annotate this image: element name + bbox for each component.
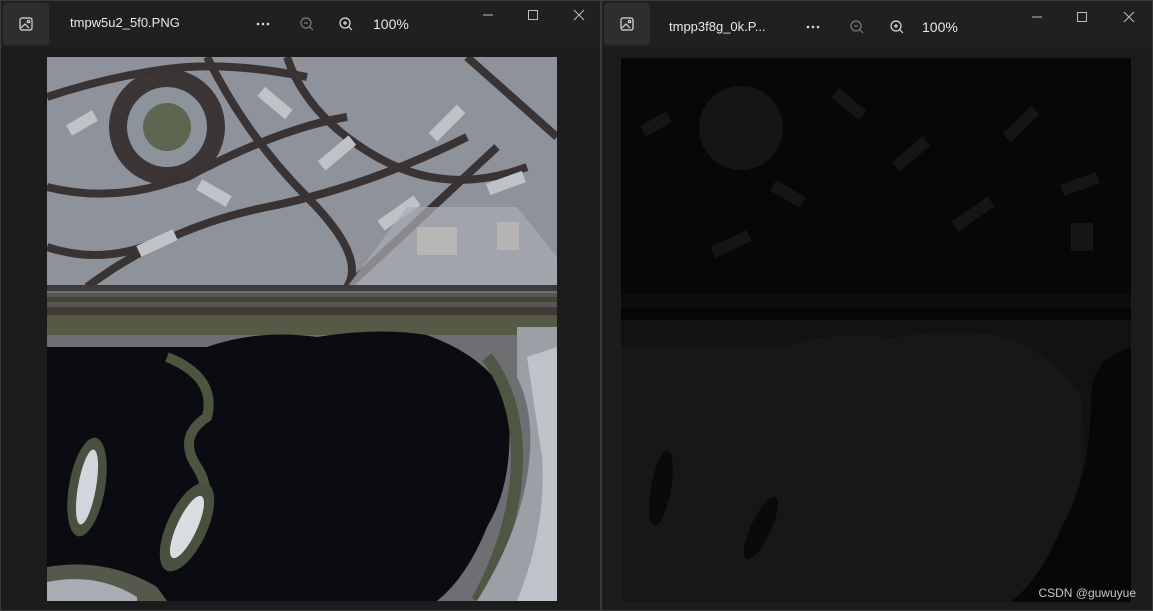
image-icon[interactable] bbox=[604, 3, 650, 45]
minimize-icon[interactable] bbox=[479, 7, 497, 23]
close-icon[interactable] bbox=[1120, 9, 1138, 25]
segmentation-mask-image bbox=[621, 58, 1131, 602]
more-icon[interactable] bbox=[803, 18, 823, 36]
maximize-icon[interactable] bbox=[1073, 9, 1091, 25]
zoom-out-icon[interactable] bbox=[848, 18, 866, 36]
title-bar[interactable]: tmpp3f8g_0k.P... 100% bbox=[602, 1, 1152, 47]
zoom-out-icon[interactable] bbox=[298, 15, 316, 33]
zoom-in-icon[interactable] bbox=[888, 18, 906, 36]
watermark-text: CSDN @guwuyue bbox=[1038, 586, 1136, 600]
window-title: tmpw5u2_5f0.PNG bbox=[70, 15, 180, 30]
window-title: tmpp3f8g_0k.P... bbox=[669, 19, 766, 34]
photos-window-right: tmpp3f8g_0k.P... 100% CSDN @guwuyue bbox=[601, 0, 1153, 611]
satellite-image bbox=[47, 57, 557, 601]
zoom-in-icon[interactable] bbox=[337, 15, 355, 33]
photos-window-left: tmpw5u2_5f0.PNG 100% bbox=[0, 0, 601, 611]
zoom-level[interactable]: 100% bbox=[922, 19, 958, 35]
zoom-level[interactable]: 100% bbox=[373, 16, 409, 32]
more-icon[interactable] bbox=[253, 15, 273, 33]
minimize-icon[interactable] bbox=[1028, 9, 1046, 25]
title-bar[interactable]: tmpw5u2_5f0.PNG 100% bbox=[1, 1, 600, 47]
maximize-icon[interactable] bbox=[524, 7, 542, 23]
image-icon[interactable] bbox=[3, 3, 49, 45]
close-icon[interactable] bbox=[570, 7, 588, 23]
